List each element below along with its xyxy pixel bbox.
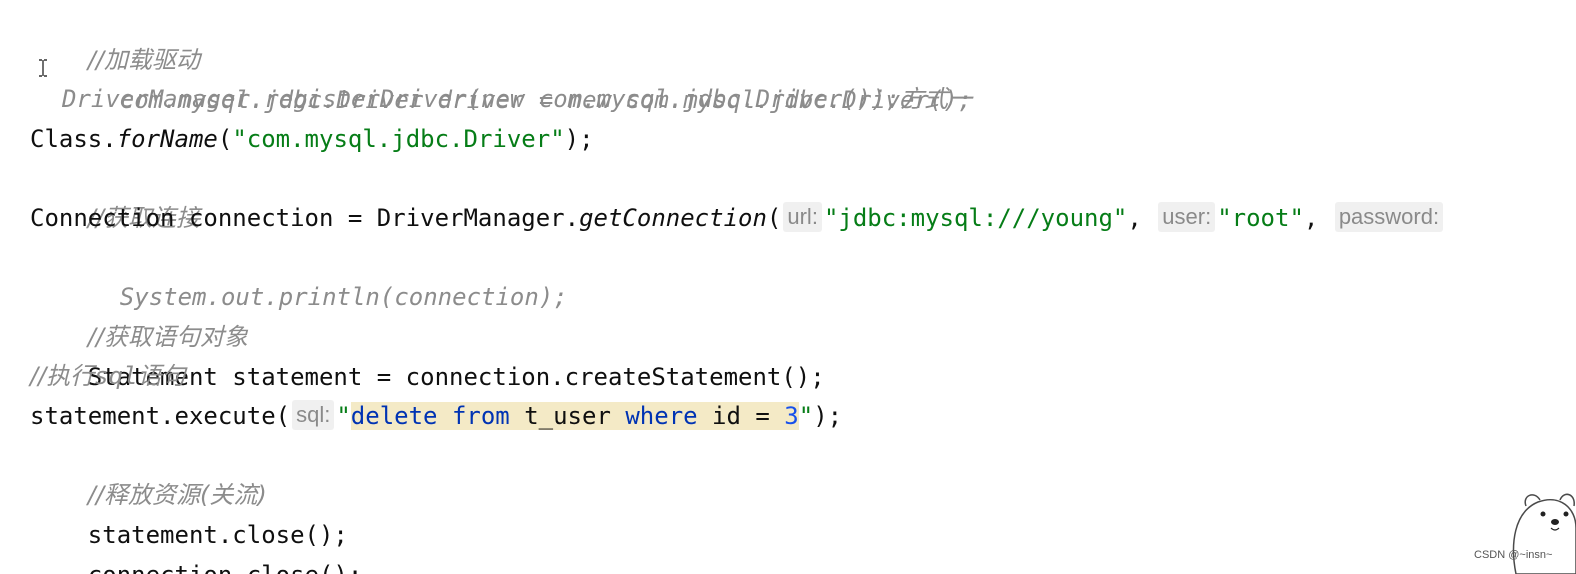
param-hint-password: password: xyxy=(1334,202,1444,232)
code-editor[interactable]: //加载驱动 com.mysql.jdbc.Driver driver = ne… xyxy=(0,0,1576,574)
execute-call: statement.execute( xyxy=(30,402,291,430)
code-line-5: //获取连接 xyxy=(30,158,200,232)
param-hint-sql: sql: xyxy=(292,400,335,430)
text-cursor-icon xyxy=(39,59,47,77)
param-hint-user: user: xyxy=(1158,202,1216,232)
code-line-4: Class.forName("com.mysql.jdbc.Driver"); xyxy=(30,119,594,159)
code-line-10: //执行sql语句 xyxy=(30,356,186,396)
paren-open: ( xyxy=(766,204,782,232)
user-string: "root" xyxy=(1217,204,1304,232)
code-line-11: statement.execute(sql: "delete from t_use… xyxy=(30,396,842,436)
connection-close-call: connection.close(); xyxy=(88,561,363,574)
arg-separator: , xyxy=(1303,204,1333,232)
code-line-14: connection.close(); xyxy=(30,515,363,574)
paren-open: ( xyxy=(217,125,233,153)
url-string: "jdbc:mysql:///young" xyxy=(823,204,1128,232)
code-line-12: //释放资源(关流) xyxy=(30,435,267,509)
commented-register-driver: DriverManager.registerDriver(new com.mys… xyxy=(62,85,901,113)
comment-execute-suffix: 语句 xyxy=(137,362,186,390)
class-reference: Class. xyxy=(30,125,117,153)
sql-condition: id = xyxy=(697,402,785,430)
getconnection-method: getConnection xyxy=(579,204,767,232)
code-line-1: //加载驱动 xyxy=(30,0,200,74)
sql-space xyxy=(438,402,452,430)
connection-declaration: Connection connection = DriverManager. xyxy=(30,204,580,232)
forname-method: forName xyxy=(116,125,218,153)
sql-keyword-from: from xyxy=(451,402,510,430)
sql-keyword-delete: delete xyxy=(350,402,438,430)
sql-number: 3 xyxy=(784,402,799,430)
code-line-7: System.out.println(connection); xyxy=(62,237,568,311)
code-line-13: statement.close(); xyxy=(30,475,348,549)
param-hint-url: url: xyxy=(783,202,822,232)
sql-table-name: t_user xyxy=(509,402,626,430)
code-line-9: Statement statement = connection.createS… xyxy=(30,317,825,391)
statement-end: ); xyxy=(813,402,843,430)
sql-highlight: delete from t_user where id = 3 xyxy=(350,402,799,430)
code-line-2: com.mysql.jdbc.Driver driver = new com.m… xyxy=(62,40,973,114)
sql-quote-open: " xyxy=(336,402,351,430)
code-line-3: DriverManager.registerDriver(new com.mys… xyxy=(62,79,972,119)
code-line-8: //获取语句对象 xyxy=(30,277,248,351)
statement-declaration: Statement statement = connection.createS… xyxy=(87,363,825,391)
comment-execute-prefix: //执行 xyxy=(30,362,95,390)
comment-execute-sql: sql xyxy=(94,362,138,390)
sql-quote-close: " xyxy=(798,402,814,430)
sql-keyword-where: where xyxy=(625,402,698,430)
code-line-6: Connection connection = DriverManager.ge… xyxy=(30,198,1445,238)
driver-class-string: "com.mysql.jdbc.Driver" xyxy=(232,125,565,153)
comment-method-one: 方式一 xyxy=(900,85,973,113)
statement-end: ); xyxy=(564,125,594,153)
csdn-watermark: CSDN @~insn~ xyxy=(1474,549,1553,561)
arg-separator: , xyxy=(1127,204,1157,232)
